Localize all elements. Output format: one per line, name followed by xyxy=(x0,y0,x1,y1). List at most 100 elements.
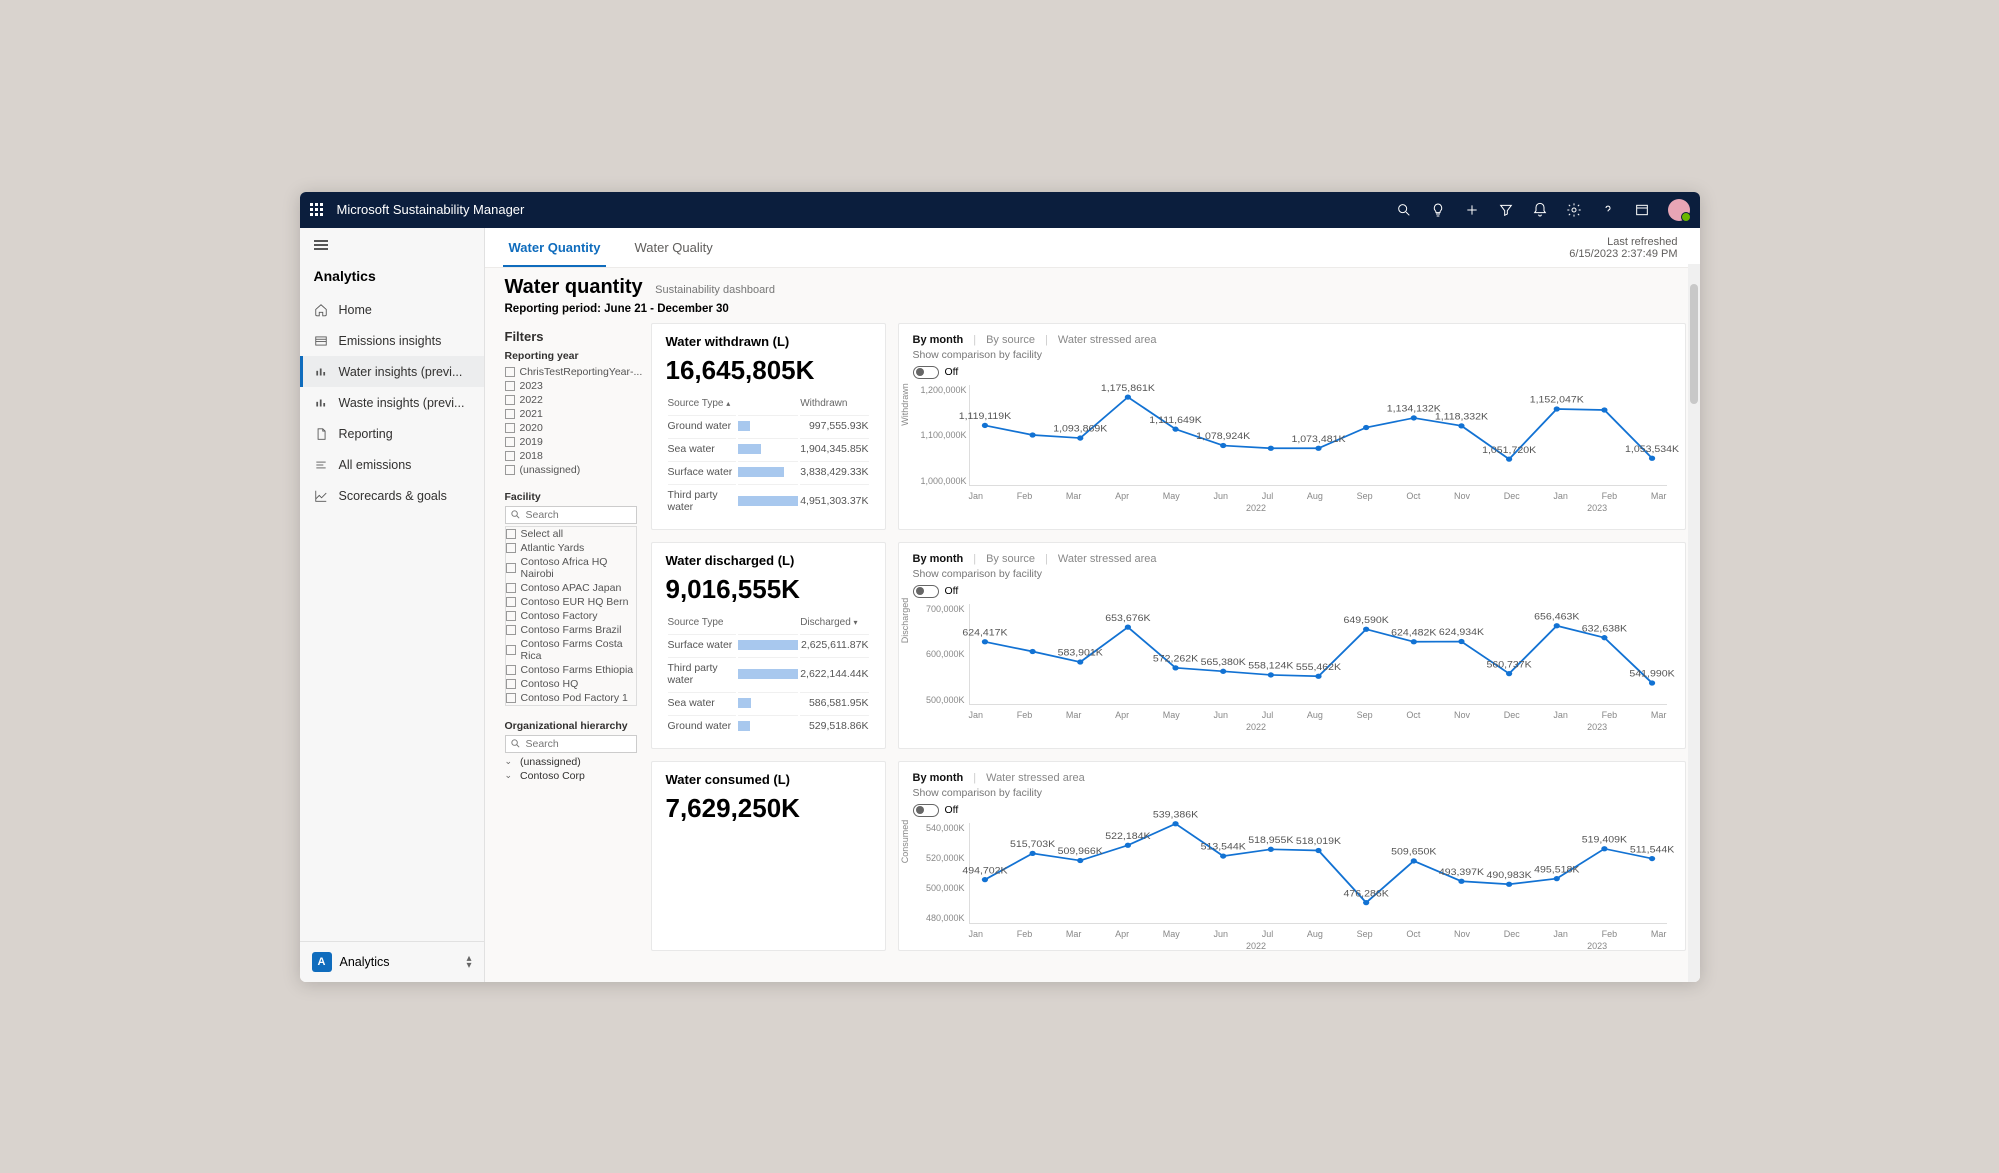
year-option-4[interactable]: 2020 xyxy=(505,421,637,435)
facility-search[interactable]: Search xyxy=(505,506,637,524)
user-avatar[interactable] xyxy=(1668,199,1690,221)
panel-icon[interactable] xyxy=(1634,202,1650,218)
facility-option-1[interactable]: Atlantic Yards xyxy=(506,541,636,555)
comparison-toggle[interactable]: Off xyxy=(913,585,1671,598)
point-label: 624,482K xyxy=(1391,628,1437,638)
sidebar-item-5[interactable]: All emissions xyxy=(300,449,484,480)
y-ticks: 700,000K600,000K500,000K xyxy=(921,604,965,705)
checkbox-icon xyxy=(506,543,516,553)
facility-option-4[interactable]: Contoso EUR HQ Bern xyxy=(506,595,636,609)
dashboard-cards: Water withdrawn (L)16,645,805KSource Typ… xyxy=(645,319,1700,982)
chart-tabs: By month|By source|Water stressed area xyxy=(913,334,1671,346)
search-icon[interactable] xyxy=(1396,202,1412,218)
card-row: Water consumed (L)7,629,250KBy month|Wat… xyxy=(651,761,1686,951)
chart-tab[interactable]: By month xyxy=(913,334,964,346)
chart-tab[interactable]: Water stressed area xyxy=(1058,553,1157,565)
facility-option-8[interactable]: Contoso Farms Ethiopia xyxy=(506,663,636,677)
facility-option-2[interactable]: Contoso Africa HQ Nairobi xyxy=(506,555,636,581)
data-point xyxy=(1648,855,1654,860)
search-icon xyxy=(510,509,521,520)
toggle-switch xyxy=(913,585,939,598)
data-point xyxy=(981,876,987,881)
sidebar-footer[interactable]: A Analytics ▴▾ xyxy=(300,941,484,982)
data-point xyxy=(1601,846,1607,851)
tab-1[interactable]: Water Quality xyxy=(628,234,718,267)
data-point xyxy=(1267,445,1273,450)
year-option-2[interactable]: 2022 xyxy=(505,393,637,407)
x-ticks: JanFebMarAprMayJunJulAugSepOctNovDecJanF… xyxy=(969,929,1667,939)
footer-label: Analytics xyxy=(340,955,390,969)
point-label: 539,386K xyxy=(1152,810,1198,820)
data-point xyxy=(1410,415,1416,420)
facility-option-5[interactable]: Contoso Factory xyxy=(506,609,636,623)
year-option-5[interactable]: 2019 xyxy=(505,435,637,449)
year-option-0[interactable]: ChrisTestReportingYear-... xyxy=(505,365,637,379)
point-label: 490,983K xyxy=(1486,870,1532,880)
plus-icon[interactable] xyxy=(1464,202,1480,218)
sidebar-item-2[interactable]: Water insights (previ... xyxy=(300,356,484,387)
chart-tab[interactable]: Water stressed area xyxy=(1058,334,1157,346)
chart-card: By month|Water stressed areaShow compari… xyxy=(898,761,1686,951)
chart-tab[interactable]: By source xyxy=(986,553,1035,565)
data-point xyxy=(1458,638,1464,643)
page-subtitle: Sustainability dashboard xyxy=(655,284,775,296)
scrollbar[interactable] xyxy=(1688,264,1700,982)
filter-facility-label: Facility xyxy=(505,491,637,503)
chart-tab[interactable]: Water stressed area xyxy=(986,772,1085,784)
chart-tab[interactable]: By month xyxy=(913,772,964,784)
x-ticks: JanFebMarAprMayJunJulAugSepOctNovDecJanF… xyxy=(969,710,1667,720)
sidebar-item-0[interactable]: Home xyxy=(300,294,484,325)
facility-option-3[interactable]: Contoso APAC Japan xyxy=(506,581,636,595)
facility-option-9[interactable]: Contoso HQ xyxy=(506,677,636,691)
tab-bar: Water QuantityWater Quality Last refresh… xyxy=(485,228,1700,268)
year-option-3[interactable]: 2021 xyxy=(505,407,637,421)
kpi-title: Water discharged (L) xyxy=(666,553,871,568)
bars-icon xyxy=(314,395,329,410)
point-label: 1,118,332K xyxy=(1434,412,1488,422)
point-label: 518,955K xyxy=(1248,835,1294,845)
data-point xyxy=(1124,394,1130,399)
facility-list[interactable]: Select allAtlantic YardsContoso Africa H… xyxy=(505,526,637,706)
sidebar-item-1[interactable]: Emissions insights xyxy=(300,325,484,356)
year-option-1[interactable]: 2023 xyxy=(505,379,637,393)
facility-option-7[interactable]: Contoso Farms Costa Rica xyxy=(506,637,636,663)
comparison-toggle[interactable]: Off xyxy=(913,804,1671,817)
data-point xyxy=(1077,857,1083,862)
facility-option-11[interactable]: Contoso Pod Factory 2 xyxy=(506,705,636,706)
filter-icon[interactable] xyxy=(1498,202,1514,218)
chevron-down-icon: ⌄ xyxy=(505,756,513,767)
year-option-6[interactable]: 2018 xyxy=(505,449,637,463)
lightbulb-icon[interactable] xyxy=(1430,202,1446,218)
data-point xyxy=(1648,455,1654,460)
data-point xyxy=(1553,875,1559,880)
org-item-1[interactable]: ⌄Contoso Corp xyxy=(505,769,637,783)
settings-icon[interactable] xyxy=(1566,202,1582,218)
hamburger-icon[interactable] xyxy=(300,228,484,263)
toggle-switch xyxy=(913,804,939,817)
chart-tab[interactable]: By source xyxy=(986,334,1035,346)
sidebar-item-6[interactable]: Scorecards & goals xyxy=(300,480,484,511)
year-option-7[interactable]: (unassigned) xyxy=(505,463,637,477)
checkbox-icon xyxy=(506,583,516,593)
scrollbar-thumb[interactable] xyxy=(1690,284,1698,404)
point-label: 560,737K xyxy=(1486,660,1532,670)
sidebar-item-4[interactable]: Reporting xyxy=(300,418,484,449)
source-table: Source Type Discharged ▾Surface water2,6… xyxy=(666,615,871,738)
facility-option-10[interactable]: Contoso Pod Factory 1 xyxy=(506,691,636,705)
tab-0[interactable]: Water Quantity xyxy=(503,234,607,267)
chart-tab[interactable]: By month xyxy=(913,553,964,565)
app-launcher-icon[interactable] xyxy=(310,203,323,216)
bell-icon[interactable] xyxy=(1532,202,1548,218)
chevron-updown-icon[interactable]: ▴▾ xyxy=(466,955,471,969)
org-search[interactable]: Search xyxy=(505,735,637,753)
data-point xyxy=(1553,406,1559,411)
point-label: 1,111,649K xyxy=(1149,415,1202,425)
sidebar-item-3[interactable]: Waste insights (previ... xyxy=(300,387,484,418)
comparison-toggle[interactable]: Off xyxy=(913,366,1671,379)
checkbox-icon xyxy=(506,693,516,703)
org-item-0[interactable]: ⌄(unassigned) xyxy=(505,755,637,769)
facility-option-6[interactable]: Contoso Farms Brazil xyxy=(506,623,636,637)
lines-icon xyxy=(314,457,329,472)
facility-option-0[interactable]: Select all xyxy=(506,527,636,541)
help-icon[interactable] xyxy=(1600,202,1616,218)
